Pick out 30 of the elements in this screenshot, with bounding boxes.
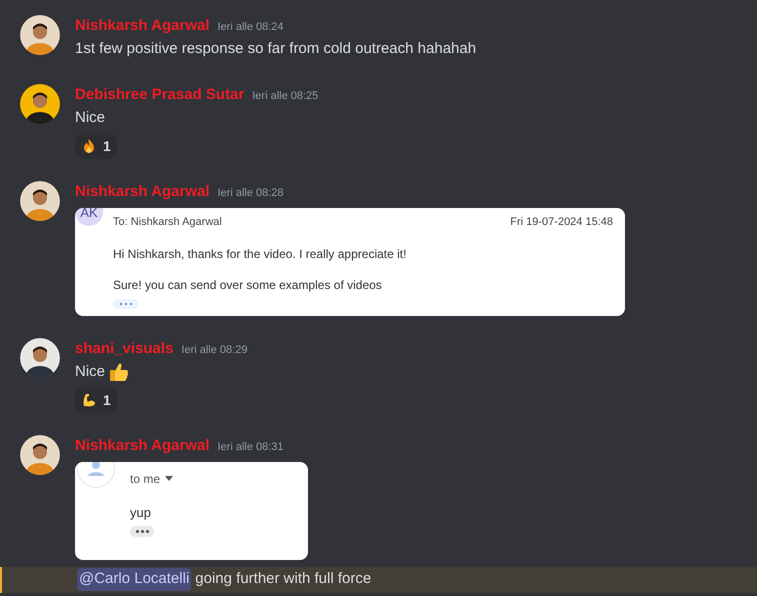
email-line: Hi Nishkarsh, thanks for the video. I really appreciate it!	[113, 246, 408, 263]
sender-avatar: AK	[75, 208, 103, 226]
timestamp: Ieri alle 08:24	[218, 20, 284, 35]
more-button[interactable]	[113, 298, 138, 308]
reaction-button[interactable]: 1	[75, 133, 117, 159]
email-line: yup	[130, 504, 152, 522]
more-button[interactable]	[130, 526, 154, 536]
author-name[interactable]: Nishkarsh Agarwal	[75, 181, 210, 204]
thumbs-up-icon	[108, 361, 130, 383]
timestamp: Ieri alle 08:28	[218, 186, 284, 201]
author-name[interactable]: Debishree Prasad Sutar	[75, 84, 244, 106]
message-text: Nice	[75, 108, 106, 128]
message-text: going further with full force	[195, 569, 372, 590]
email-line: Sure! you can send over some examples of videos	[113, 277, 383, 294]
author-name[interactable]: Nishkarsh Agarwal	[75, 435, 210, 458]
reaction-button[interactable]: 1	[75, 387, 117, 413]
caret-icon[interactable]	[165, 476, 174, 481]
timestamp: Ieri alle 08:31	[218, 440, 284, 455]
recipient-text: to me	[130, 470, 160, 488]
timestamp: Ieri alle 08:25	[252, 88, 318, 104]
message-text: Nice	[75, 362, 106, 382]
message-text: 1st few positive response so far from cold outreach hahahah	[75, 39, 476, 60]
mention[interactable]: @Carlo Locatelli	[77, 568, 192, 591]
flexed-arm-icon	[81, 392, 97, 408]
author-name[interactable]: Nishkarsh Agarwal	[75, 15, 210, 38]
email-date: Fri 19-07-2024 15:48	[510, 214, 613, 230]
timestamp: Ieri alle 08:29	[181, 342, 248, 358]
flame-icon	[81, 138, 97, 154]
recipient-text: To: Nishkarsh Agarwal	[113, 214, 222, 230]
author-name[interactable]: shani_visuals	[75, 338, 174, 360]
